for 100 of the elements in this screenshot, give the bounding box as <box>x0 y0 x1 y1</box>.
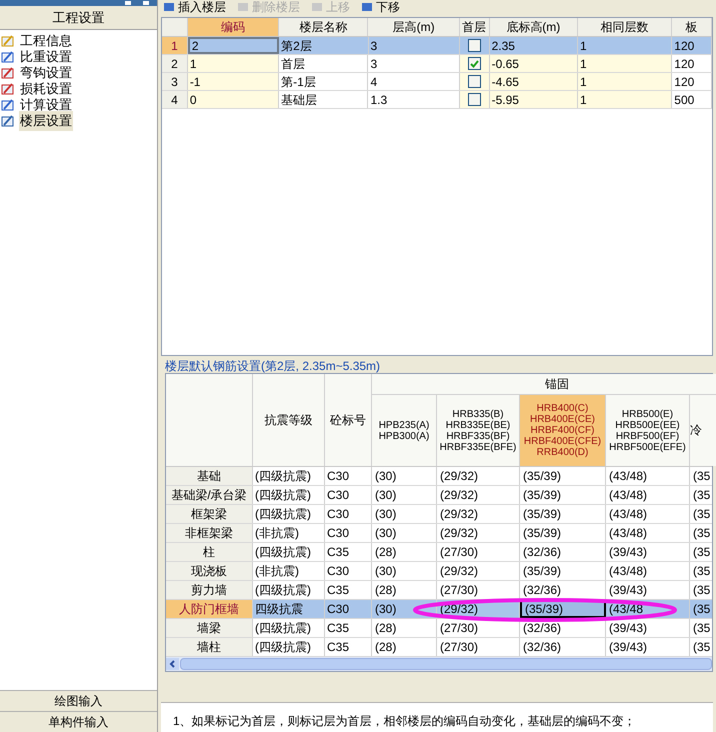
grade-label: HPB235(A) <box>378 420 430 430</box>
table-cell: -1 <box>188 73 280 90</box>
table-cell: (43/48) <box>606 467 690 485</box>
scroll-left-icon[interactable] <box>166 658 179 670</box>
table-cell: 120 <box>672 37 712 54</box>
column-header[interactable]: HRB500(E) HRB500E(EE) HRBF500(EF) HRBF500E(EFE) <box>606 395 690 466</box>
table-cell: (32/36) <box>520 619 606 637</box>
table-cell: -4.65 <box>490 73 578 90</box>
table-cell: (四级抗震) <box>253 638 325 656</box>
table-row[interactable]: 框架梁 (四级抗震) C30 (30) (29/32) (35/39) (43/48) (35 <box>166 505 712 524</box>
table-cell: (43/48) <box>606 562 690 580</box>
table-row[interactable]: 2 1 首层 3 -0.65 1 120 <box>162 55 712 73</box>
column-header[interactable]: 层高(m) <box>368 18 460 36</box>
row-header: 墙梁 <box>166 619 253 637</box>
table-cell: (28) <box>372 638 437 656</box>
table-cell: -5.95 <box>490 91 578 108</box>
column-header[interactable]: 相同层数 <box>578 18 672 36</box>
table-cell: 3 <box>368 55 460 72</box>
table-cell: 500 <box>672 91 712 108</box>
table-cell: C35 <box>325 543 372 561</box>
check-icon <box>470 60 479 68</box>
table-row[interactable]: 1 2 第2层 3 2.35 1 120 <box>162 37 712 55</box>
toolbar-button[interactable]: 下移 <box>362 0 400 16</box>
note-text: 1、如果标记为首层，则标记层为首层，相邻楼层的编码自动变化，基础层的编码不变； <box>161 702 713 732</box>
checkbox[interactable] <box>468 39 481 52</box>
table-cell: (30) <box>372 562 437 580</box>
tree-item[interactable]: 楼层设置 <box>19 111 73 131</box>
table-cell: (28) <box>372 619 437 637</box>
grade-label: RRB400(D) <box>536 447 588 458</box>
table-cell: 3 <box>368 37 460 54</box>
table-row[interactable]: 3 -1 第-1层 4 -4.65 1 120 <box>162 73 712 91</box>
horizontal-scrollbar[interactable] <box>166 657 712 671</box>
grade-label: HRBF500E(EFE) <box>609 442 686 452</box>
table-cell: (四级抗震) <box>253 619 325 637</box>
column-header[interactable]: 首层 <box>460 18 490 36</box>
grade-label: HRB500E(EE) <box>615 420 680 430</box>
table-cell: (27/30) <box>437 638 520 656</box>
table-cell: C35 <box>325 638 372 656</box>
table-cell: C30 <box>325 524 372 542</box>
group-title: 楼层默认钢筋设置(第2层, 2.35m~5.35m) <box>164 359 382 373</box>
row-number: 1 <box>162 37 188 54</box>
row-header: 现浇板 <box>166 562 253 580</box>
table-cell: C30 <box>325 467 372 485</box>
table-cell: (四级抗震) <box>253 543 325 561</box>
checkbox[interactable] <box>468 57 481 70</box>
grade-label: HRBF335E(BFE) <box>440 442 516 452</box>
column-header[interactable]: 编码 <box>188 18 280 36</box>
toolbar-icon <box>312 3 322 11</box>
checkbox[interactable] <box>468 93 481 106</box>
row-header: 柱 <box>166 543 253 561</box>
table-row[interactable]: 现浇板 (非抗震) C30 (30) (29/32) (35/39) (43/48) (35 <box>166 562 712 581</box>
table-row[interactable]: 非框架梁 (非抗震) C30 (30) (29/32) (35/39) (43/48) (35 <box>166 524 712 543</box>
table-cell: (39/43) <box>606 638 690 656</box>
column-header[interactable]: HPB235(A) HPB300(A) <box>372 395 437 466</box>
table-cell: (39/43) <box>606 543 690 561</box>
grade-label: HRB335(B) <box>452 408 504 420</box>
table-cell: (29/32) <box>437 486 520 504</box>
table-row[interactable]: 柱 (四级抗震) C35 (28) (27/30) (32/36) (39/43) (35 <box>166 543 712 562</box>
column-header: 砼标号 <box>325 374 372 466</box>
table-cell: (四级抗震) <box>253 467 325 485</box>
table-cell: (27/30) <box>437 543 520 561</box>
column-header[interactable]: 板 <box>672 18 712 36</box>
column-header[interactable]: HRB335(B) HRB335E(BE) HRBF335(BF) HRBF335E(BFE) <box>437 395 520 466</box>
column-header[interactable]: 冷 <box>690 395 716 466</box>
table-cell: 4 <box>368 73 460 90</box>
table-row[interactable]: 4 0 基础层 1.3 -5.95 1 500 <box>162 91 712 109</box>
table-cell: 1.3 <box>368 91 460 108</box>
table-cell: (32/36) <box>520 581 606 599</box>
grade-label: HRBF400E(CFE) <box>524 436 602 447</box>
table-cell: (29/32) <box>437 505 520 523</box>
table-cell: 1 <box>188 55 280 72</box>
scrollbar-thumb[interactable] <box>180 658 712 670</box>
row-header: 基础梁/承台梁 <box>166 486 253 504</box>
grade-label: HRBF400(CF) <box>530 425 594 436</box>
table-cell: (35/39) <box>520 486 606 504</box>
row-number: 2 <box>162 55 188 72</box>
column-header: 抗震等级 <box>253 374 325 466</box>
table-row[interactable]: 基础梁/承台梁 (四级抗震) C30 (30) (29/32) (35/39) (43/48) (35 <box>166 486 712 505</box>
row-header: 非框架梁 <box>166 524 253 542</box>
table-cell: (非抗震) <box>253 524 325 542</box>
grade-label: HRB335E(BE) <box>446 420 510 430</box>
table-cell: 1 <box>578 73 672 90</box>
checkbox[interactable] <box>468 75 481 88</box>
table-cell: (43/48 <box>606 600 690 618</box>
settings-item-icon <box>1 98 15 112</box>
table-cell: (28) <box>372 581 437 599</box>
column-header[interactable]: HRB400(C) HRB400E(CE) HRBF400(CF) HRBF400E(CFE) RRB400(D) <box>520 395 606 466</box>
table-cell: (28) <box>372 543 437 561</box>
table-row[interactable]: 墙梁 (四级抗震) C35 (28) (27/30) (32/36) (39/43) (35 <box>166 619 712 638</box>
table-cell: 第-1层 <box>279 73 368 90</box>
table-row[interactable]: 基础 (四级抗震) C30 (30) (29/32) (35/39) (43/48) (35 <box>166 467 712 486</box>
table-cell: C30 <box>325 562 372 580</box>
column-header[interactable]: 底标高(m) <box>490 18 578 36</box>
row-header: 剪力墙 <box>166 581 253 599</box>
grade-label: HRB400E(CE) <box>530 414 596 425</box>
table-cell: (30) <box>372 467 437 485</box>
table-cell: (30) <box>372 486 437 504</box>
table-cell: 基础层 <box>279 91 368 108</box>
toolbar-button[interactable]: 插入楼层 <box>164 0 226 16</box>
column-header[interactable]: 楼层名称 <box>279 18 368 36</box>
